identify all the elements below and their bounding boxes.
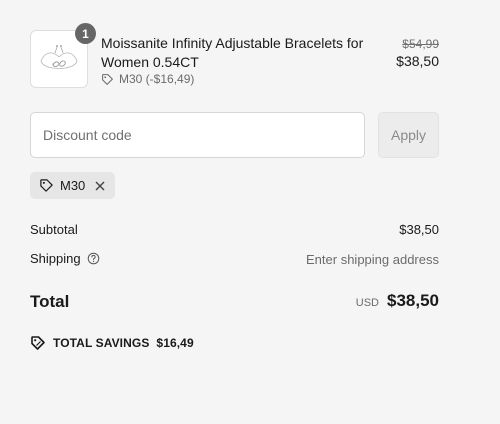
close-icon [95, 181, 105, 190]
discount-code-input[interactable] [30, 112, 365, 158]
product-thumbnail-wrapper: 1 [30, 23, 96, 88]
remove-discount-button[interactable] [95, 181, 105, 191]
help-icon[interactable] [87, 252, 100, 265]
applied-discount-chip: M30 [30, 172, 116, 199]
savings-value: $16,49 [156, 336, 194, 350]
bracelet-image-icon [40, 45, 78, 69]
product-discount: M30 (-$16,49) [101, 72, 194, 86]
applied-code-label: M30 [60, 178, 86, 193]
product-discount-text: M30 (-$16,49) [119, 72, 195, 86]
discount-tag-icon [31, 336, 45, 350]
quantity-badge: 1 [75, 23, 96, 44]
subtotal-label: Subtotal [30, 222, 78, 237]
total-amount: $38,50 [387, 291, 439, 310]
total-value-group: USD $38,50 [356, 291, 439, 311]
shipping-value: Enter shipping address [306, 252, 439, 267]
shipping-label: Shipping [30, 251, 81, 266]
tag-icon [40, 179, 53, 192]
subtotal-value: $38,50 [399, 222, 439, 237]
original-price: $54,99 [402, 37, 439, 51]
shipping-label-group: Shipping [30, 251, 100, 266]
currency-code: USD [355, 297, 379, 309]
total-label: Total [30, 292, 70, 311]
product-price: $38,50 [396, 53, 439, 69]
savings-label: TOTAL SAVINGS [53, 336, 150, 350]
order-summary: 1 Moissanite Infinity Adjustable Bracele… [0, 0, 500, 424]
apply-button[interactable]: Apply [378, 112, 439, 158]
product-name: Moissanite Infinity Adjustable Bracelets… [101, 35, 364, 70]
total-savings: TOTAL SAVINGS $16,49 [30, 335, 194, 351]
tag-icon [102, 73, 113, 85]
